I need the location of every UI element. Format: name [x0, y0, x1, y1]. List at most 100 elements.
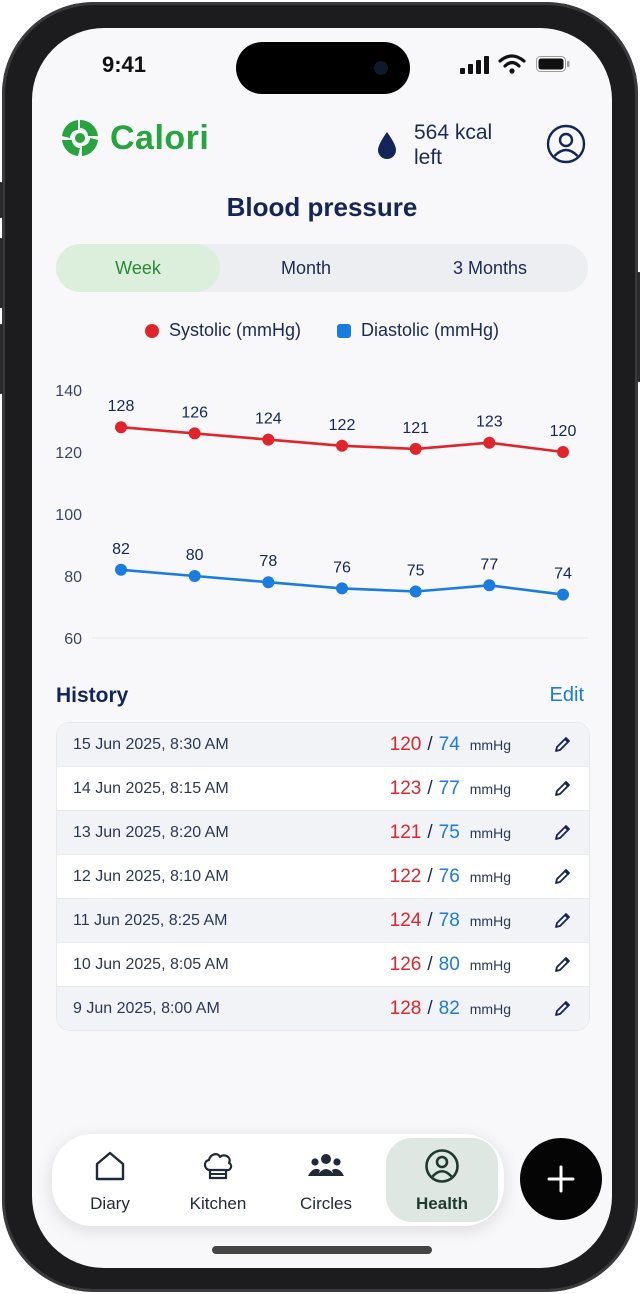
history-date: 13 Jun 2025, 8:20 AM	[73, 824, 229, 841]
history-values: 128/82 mmHg	[390, 987, 511, 1030]
dynamic-island	[236, 42, 410, 94]
bottom-nav: Diary Kitchen Circles Health	[52, 1134, 504, 1226]
group-icon	[308, 1154, 344, 1176]
diastolic-value: 78	[438, 910, 460, 931]
data-label-systolic: 124	[255, 411, 282, 428]
pencil-icon[interactable]	[553, 910, 573, 930]
nav-health[interactable]: Health	[386, 1138, 498, 1222]
data-label-systolic: 123	[476, 414, 503, 431]
data-point-systolic	[262, 433, 275, 446]
y-tick-label: 100	[55, 507, 82, 524]
data-label-systolic: 126	[181, 404, 208, 421]
history-row[interactable]: 15 Jun 2025, 8:30 AM 120/74 mmHg	[57, 723, 589, 767]
drop-icon	[378, 132, 396, 159]
history-date: 14 Jun 2025, 8:15 AM	[73, 780, 229, 797]
y-tick-label: 80	[64, 569, 82, 586]
data-label-diastolic: 74	[554, 566, 572, 583]
data-label-systolic: 121	[402, 420, 429, 437]
diastolic-value: 80	[438, 954, 460, 975]
history-row[interactable]: 12 Jun 2025, 8:10 AM 122/76 mmHg	[57, 855, 589, 899]
pencil-icon[interactable]	[553, 822, 573, 842]
history-row[interactable]: 13 Jun 2025, 8:20 AM 121/75 mmHg	[57, 811, 589, 855]
home-icon	[95, 1151, 125, 1181]
nav-diary-label: Diary	[90, 1194, 130, 1213]
history-values: 124/78 mmHg	[390, 899, 511, 943]
page-title: Blood pressure	[226, 192, 418, 222]
pencil-icon[interactable]	[553, 734, 573, 754]
volume-up-button	[0, 238, 3, 308]
pencil-icon[interactable]	[553, 998, 573, 1018]
unit-label: mmHg	[469, 913, 511, 929]
tab-month[interactable]: Month	[232, 244, 380, 292]
legend-diastolic-label: Diastolic (mmHg)	[361, 320, 500, 340]
pencil-icon[interactable]	[553, 778, 573, 798]
data-label-diastolic: 75	[407, 563, 425, 580]
data-point-diastolic	[336, 582, 348, 595]
nav-kitchen-label: Kitchen	[189, 1194, 247, 1213]
data-point-diastolic	[188, 570, 201, 582]
unit-label: mmHg	[469, 781, 511, 797]
slash: /	[427, 910, 433, 931]
range-tabs: Week Month 3 Months	[56, 244, 588, 292]
history-row[interactable]: 10 Jun 2025, 8:05 AM 126/80 mmHg	[57, 943, 589, 987]
profile-icon[interactable]	[546, 124, 586, 164]
slash: /	[427, 778, 433, 799]
history-values: 121/75 mmHg	[390, 811, 511, 855]
diastolic-value: 77	[438, 778, 460, 799]
history-row[interactable]: 9 Jun 2025, 8:00 AM 128/82 mmHg	[57, 987, 589, 1030]
data-label-diastolic: 82	[112, 541, 130, 558]
unit-label: mmHg	[469, 737, 511, 753]
data-point-diastolic	[557, 588, 569, 601]
wifi-icon	[498, 54, 526, 74]
legend-diastolic: Diastolic (mmHg)	[337, 320, 499, 341]
pencil-icon[interactable]	[553, 866, 573, 886]
chef-hat-icon	[203, 1153, 233, 1180]
systolic-value: 124	[389, 910, 422, 931]
systolic-value: 121	[389, 822, 422, 843]
nav-diary[interactable]: Diary	[54, 1134, 166, 1226]
data-label-diastolic: 77	[480, 556, 498, 573]
tab-week[interactable]: Week	[56, 244, 220, 292]
y-tick-label: 140	[55, 383, 82, 400]
nav-kitchen[interactable]: Kitchen	[162, 1134, 274, 1226]
data-label-systolic: 122	[329, 417, 356, 434]
chart-legend: Systolic (mmHg) Diastolic (mmHg)	[32, 320, 612, 341]
history-values: 123/77 mmHg	[390, 767, 511, 811]
add-entry-button[interactable]	[520, 1138, 602, 1220]
kcal-remaining[interactable]: 564 kcal left	[376, 120, 510, 170]
legend-systolic-label: Systolic (mmHg)	[168, 320, 301, 340]
kcal-text: 564 kcal left	[414, 121, 493, 169]
unit-label: mmHg	[469, 869, 511, 885]
data-point-diastolic	[115, 563, 127, 576]
data-point-diastolic	[409, 585, 422, 598]
diastolic-value: 82	[438, 998, 460, 1019]
diastolic-value: 75	[438, 822, 460, 843]
calori-logo-icon	[62, 119, 98, 156]
history-date: 10 Jun 2025, 8:05 AM	[73, 956, 229, 973]
nav-circles[interactable]: Circles	[270, 1134, 382, 1226]
history-table: 15 Jun 2025, 8:30 AM 120/74 mmHg 14 Jun 2…	[56, 722, 590, 1031]
data-point-diastolic	[483, 579, 496, 592]
history-row[interactable]: 11 Jun 2025, 8:25 AM 124/78 mmHg	[57, 899, 589, 943]
slash: /	[427, 866, 433, 887]
tab-3-months[interactable]: 3 Months	[410, 244, 570, 292]
history-row[interactable]: 14 Jun 2025, 8:15 AM 123/77 mmHg	[57, 767, 589, 811]
edit-history-button[interactable]: Edit	[550, 684, 584, 707]
history-date: 11 Jun 2025, 8:25 AM	[73, 912, 228, 929]
data-label-systolic: 128	[108, 398, 135, 415]
pencil-icon[interactable]	[553, 954, 573, 974]
unit-label: mmHg	[469, 957, 511, 973]
diastolic-square-icon	[337, 323, 351, 338]
history-date: 9 Jun 2025, 8:00 AM	[73, 1000, 220, 1017]
history-values: 126/80 mmHg	[390, 943, 511, 987]
unit-label: mmHg	[469, 825, 511, 841]
systolic-value: 120	[389, 734, 422, 755]
diastolic-value: 74	[438, 734, 460, 755]
data-point-systolic	[115, 421, 127, 434]
unit-label: mmHg	[469, 1001, 511, 1017]
mute-switch	[0, 182, 3, 218]
legend-systolic: Systolic (mmHg)	[144, 320, 301, 341]
battery-icon	[536, 56, 570, 72]
systolic-value: 122	[389, 866, 422, 887]
data-label-systolic: 120	[550, 423, 577, 440]
